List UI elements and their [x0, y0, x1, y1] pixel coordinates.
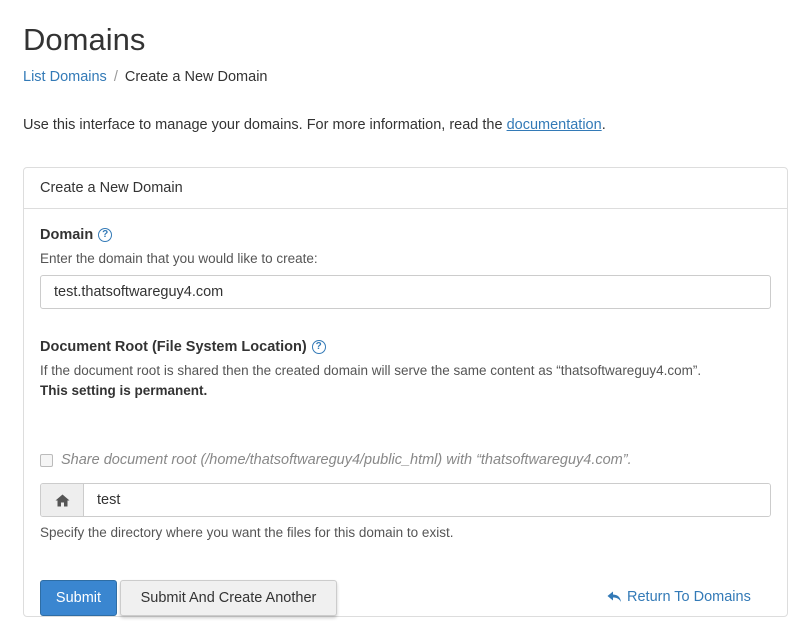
share-docroot-label: Share document root (/home/thatsoftwareg… [61, 452, 632, 468]
question-circle-icon[interactable]: ? [98, 228, 113, 242]
return-to-domains-label: Return To Domains [627, 589, 751, 605]
domain-label: Domain [40, 227, 94, 243]
intro-text: Use this interface to manage your domain… [23, 117, 606, 133]
question-circle-icon[interactable]: ? [311, 340, 326, 354]
panel-heading: Create a New Domain [24, 168, 787, 209]
docroot-hint: If the document root is shared then the … [40, 363, 702, 378]
intro-text-body: Use this interface to manage your domain… [23, 117, 507, 133]
reply-arrow-icon [607, 591, 621, 602]
domain-input[interactable] [40, 275, 771, 309]
docroot-label: Document Root (File System Location) [40, 339, 307, 355]
breadcrumb: List Domains / Create a New Domain [23, 69, 268, 85]
documentation-link[interactable]: documentation [507, 117, 602, 133]
intro-text-end: . [601, 117, 606, 133]
page-title: Domains [23, 22, 146, 57]
create-domain-panel: Create a New Domain Domain ? Enter the d… [23, 167, 788, 617]
docroot-input[interactable] [84, 484, 770, 516]
breadcrumb-current: Create a New Domain [124, 69, 268, 85]
breadcrumb-separator: / [113, 69, 118, 85]
docroot-label-row: Document Root (File System Location) ? [40, 339, 326, 355]
submit-and-create-another-button[interactable]: Submit And Create Another [120, 580, 337, 616]
submit-button[interactable]: Submit [40, 580, 117, 616]
domain-label-row: Domain ? [40, 227, 113, 243]
docroot-input-group [40, 483, 771, 517]
permanent-note: This setting is permanent. [40, 383, 208, 398]
docroot-specify-hint: Specify the directory where you want the… [40, 525, 454, 540]
page: Domains List Domains / Create a New Domain… [0, 0, 800, 630]
home-icon [41, 484, 84, 516]
breadcrumb-list-domains[interactable]: List Domains [23, 69, 107, 85]
share-docroot-row[interactable]: Share document root (/home/thatsoftwareg… [40, 452, 632, 468]
share-docroot-checkbox[interactable] [40, 453, 53, 467]
domain-hint: Enter the domain that you would like to … [40, 251, 318, 266]
return-to-domains-link[interactable]: Return To Domains [607, 589, 751, 605]
